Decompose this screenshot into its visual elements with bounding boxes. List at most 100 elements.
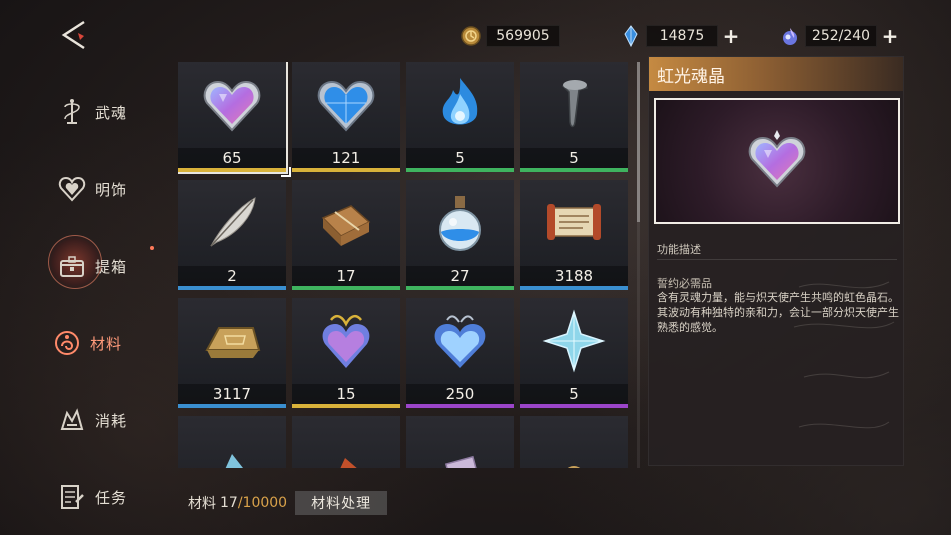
item-count: 65: [178, 148, 286, 168]
inventory-slot[interactable]: 27: [406, 180, 514, 290]
rarity-bar: [406, 286, 514, 290]
bundle-icon: [292, 180, 400, 266]
sidebar-item-3[interactable]: 提箱: [55, 241, 127, 291]
ice-star-icon: [520, 298, 628, 384]
blue-crystal-icon: [620, 25, 642, 47]
crystal-heart-icon: [406, 298, 514, 384]
item-count: 15: [292, 384, 400, 404]
rarity-bar: [178, 168, 286, 172]
currency-1: 569905: [460, 25, 560, 47]
process-materials-button[interactable]: 材料处理: [295, 491, 388, 515]
section-title: 功能描述: [657, 243, 701, 256]
rarity-bar: [178, 286, 286, 290]
rarity-bar: [292, 168, 400, 172]
sidebar-item-label: 材料: [90, 334, 123, 353]
consumable-icon: [55, 403, 89, 437]
soul-flame-icon: [779, 25, 801, 47]
inventory-slot[interactable]: 2: [178, 180, 286, 290]
currency-2: 14875 +: [620, 25, 740, 47]
rarity-bar: [178, 404, 286, 408]
blue-flame-icon: [406, 62, 514, 148]
item-count: 3117: [178, 384, 286, 404]
rainbow-soul-heart-icon: [748, 130, 806, 188]
iron-nail-icon: [520, 62, 628, 148]
weapon-soul-icon: [55, 95, 89, 129]
currency-value: 569905: [486, 25, 560, 47]
item-category: 誓约必需品: [657, 277, 712, 290]
item-count: 5: [520, 384, 628, 404]
add-currency-button[interactable]: +: [722, 25, 740, 47]
inventory-slot[interactable]: 17: [292, 180, 400, 290]
currency-value: 14875: [646, 25, 718, 47]
rarity-bar: [520, 286, 628, 290]
item-count: 5: [406, 148, 514, 168]
item-preview: [654, 98, 900, 224]
card-icon: [406, 416, 514, 468]
materials-icon: [50, 326, 84, 360]
item-count: 27: [406, 266, 514, 286]
inventory-slot[interactable]: 3188: [520, 180, 628, 290]
sidebar-item-6[interactable]: 任务: [55, 472, 127, 522]
inventory-slot[interactable]: [292, 416, 400, 468]
materials-count: 17: [220, 495, 238, 511]
rarity-bar: [520, 168, 628, 172]
inventory-slot[interactable]: 65: [178, 62, 291, 177]
ice-shard-icon: [178, 416, 286, 468]
sidebar-item-label: 提箱: [95, 257, 128, 276]
item-detail-panel: 虹光魂晶 功能描述 誓约必需品 含有灵魂力量，能与炽天使产生共鸣的虹色晶石。其波…: [648, 56, 904, 466]
sidebar-item-label: 武魂: [95, 103, 128, 122]
sidebar-item-5[interactable]: 消耗: [55, 395, 127, 445]
item-count: 3188: [520, 266, 628, 286]
ornament-heart-icon: [55, 172, 89, 206]
add-currency-button[interactable]: +: [881, 25, 899, 47]
item-count: 17: [292, 266, 400, 286]
back-button[interactable]: [58, 18, 92, 52]
sidebar-item-1[interactable]: 武魂: [55, 87, 127, 137]
item-count: 121: [292, 148, 400, 168]
rarity-bar: [292, 404, 400, 408]
quest-icon: [55, 480, 89, 514]
sidebar-item-2[interactable]: 明饰: [55, 164, 127, 214]
rarity-bar: [292, 286, 400, 290]
currency-3: 252/240 +: [779, 25, 899, 47]
inventory-slot[interactable]: 15: [292, 298, 400, 408]
blue-heart-gem-icon: [292, 62, 400, 148]
chest-icon: [55, 249, 89, 283]
inventory-slot[interactable]: 3117: [178, 298, 286, 408]
inventory-slot[interactable]: [406, 416, 514, 468]
sidebar: 武魂明饰提箱材料消耗任务: [0, 80, 170, 535]
item-count: 2: [178, 266, 286, 286]
item-title: 虹光魂晶: [649, 57, 903, 91]
gold-coin-icon: [460, 25, 482, 47]
inventory-slot[interactable]: 121: [292, 62, 400, 172]
inventory-slot[interactable]: 250: [406, 298, 514, 408]
inventory-slot[interactable]: [178, 416, 286, 468]
sidebar-item-4[interactable]: 材料: [50, 318, 122, 368]
inventory-slot[interactable]: 5: [406, 62, 514, 172]
item-description: 含有灵魂力量，能与炽天使产生共鸣的虹色晶石。其波动有种独特的亲和力，会让一部分炽…: [657, 291, 899, 334]
gilded-heart-icon: [292, 298, 400, 384]
footer-bar: 材料 17 /10000 材料处理: [188, 490, 388, 516]
sidebar-item-label: 消耗: [95, 411, 128, 430]
gold-ingot-icon: [178, 298, 286, 384]
potion-flask-icon: [406, 180, 514, 266]
inventory-slot[interactable]: [520, 416, 628, 468]
rarity-bar: [406, 168, 514, 172]
item-count: 5: [520, 148, 628, 168]
sidebar-item-label: 任务: [95, 488, 128, 507]
inventory-slot[interactable]: 5: [520, 298, 628, 408]
inventory-slot[interactable]: 5: [520, 62, 628, 172]
materials-label: 材料: [188, 496, 216, 512]
scroll-icon: [520, 180, 628, 266]
inventory-grid: 65 121 5 5 2 17 27 3188 3117 15 250 5: [178, 62, 630, 468]
scrollbar-thumb[interactable]: [637, 62, 640, 222]
materials-capacity: /10000: [237, 495, 288, 511]
rarity-bar: [520, 404, 628, 408]
feather-icon: [178, 180, 286, 266]
coin-icon: [520, 416, 628, 468]
item-count: 250: [406, 384, 514, 404]
ember-shard-icon: [292, 416, 400, 468]
section-divider: [657, 259, 897, 260]
back-arrow-icon: [61, 20, 85, 50]
rarity-bar: [406, 404, 514, 408]
